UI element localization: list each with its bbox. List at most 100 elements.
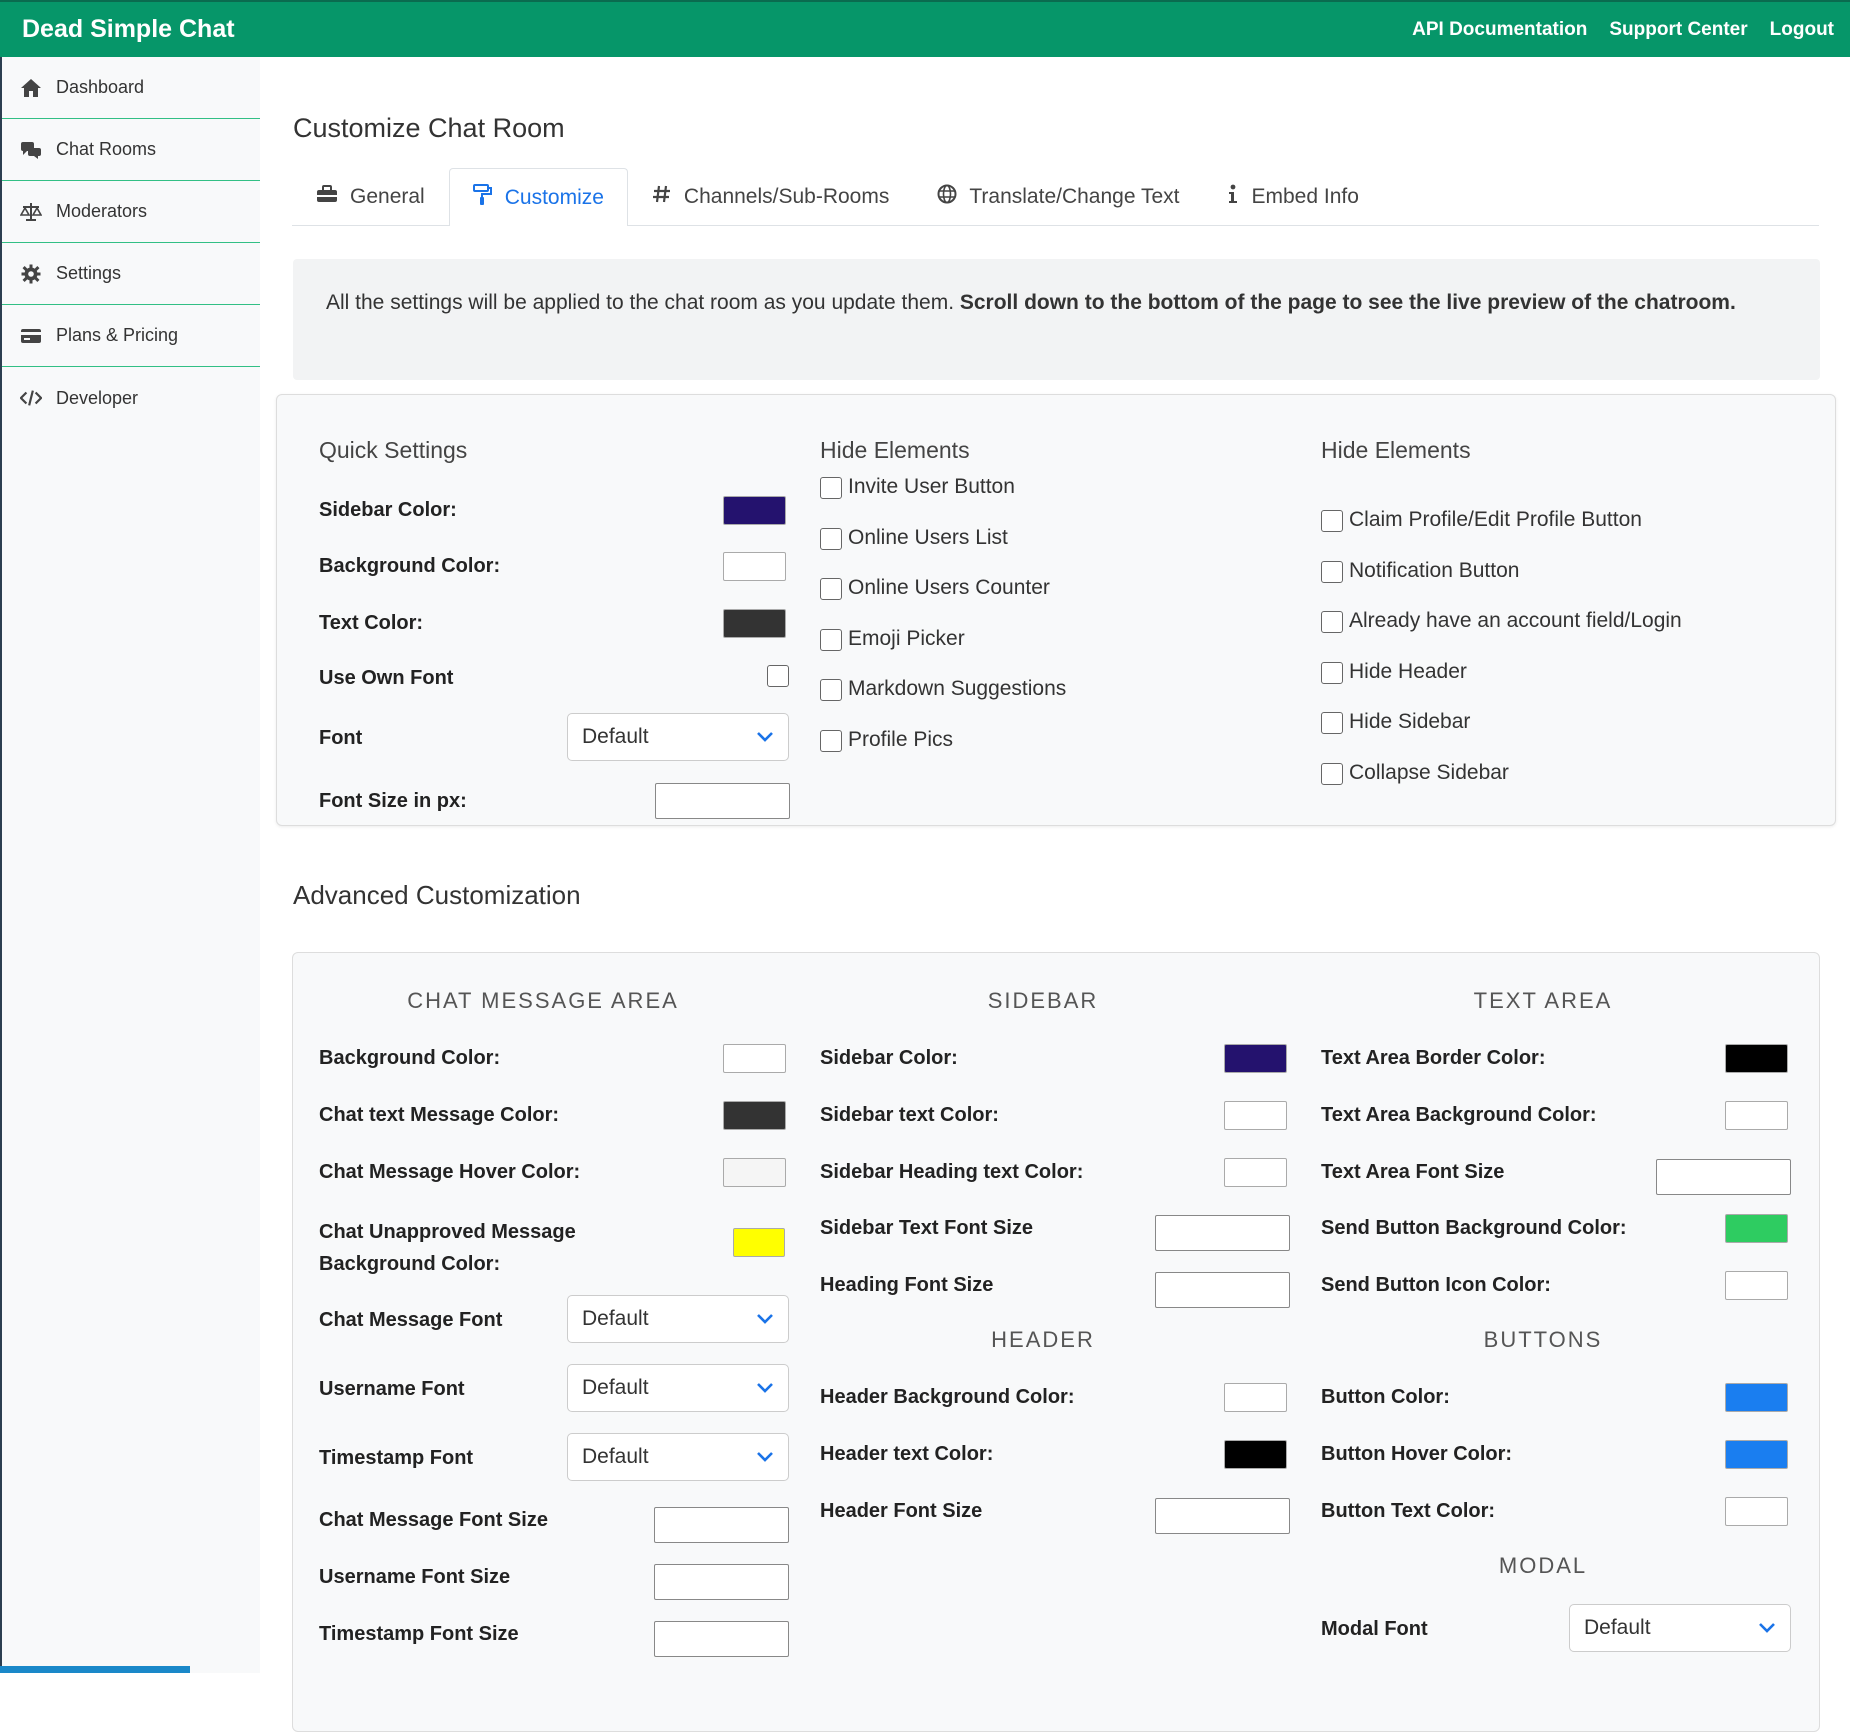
chat-hover-color-swatch[interactable] xyxy=(723,1158,786,1187)
buttons-section-heading: BUTTONS xyxy=(1483,1327,1603,1352)
hide-checkbox-label[interactable]: Notification Button xyxy=(1349,559,1519,583)
text-color-label: Text Color: xyxy=(319,612,424,634)
hide-checkbox[interactable] xyxy=(820,628,842,651)
sidebar-item-label: Chat Rooms xyxy=(56,139,157,159)
hide-checkbox[interactable] xyxy=(1321,661,1343,684)
hide-checkbox[interactable] xyxy=(1321,712,1343,734)
text-area-border-color-label: Text Area Border Color: xyxy=(1321,1047,1546,1069)
hide-checkbox-label[interactable]: Collapse Sidebar xyxy=(1349,761,1509,785)
chat-text-color-swatch[interactable] xyxy=(723,1101,786,1130)
header-bg-color-swatch[interactable] xyxy=(1224,1383,1287,1412)
sidebar-item-plans-pricing[interactable]: Plans & Pricing xyxy=(2,305,260,367)
text-area-bg-color-swatch[interactable] xyxy=(1725,1101,1788,1130)
chat-hover-color-label: Chat Message Hover Color: xyxy=(319,1161,581,1183)
button-hover-color-swatch[interactable] xyxy=(1725,1440,1788,1469)
chat-message-font-value: Default xyxy=(582,1307,649,1330)
taskbar-strip xyxy=(0,1666,190,1673)
hide-checkbox-label[interactable]: Invite User Button xyxy=(848,475,1015,499)
hide-checkbox-label[interactable]: Hide Sidebar xyxy=(1349,710,1470,734)
brand-logo[interactable]: Dead Simple Chat xyxy=(22,15,235,44)
sidebar-item-developer[interactable]: Developer xyxy=(2,367,260,429)
font-select[interactable]: Default xyxy=(567,713,789,761)
chat-unapproved-color-swatch[interactable] xyxy=(733,1228,785,1257)
button-text-color-swatch[interactable] xyxy=(1725,1497,1788,1526)
font-size-label: Font Size in px: xyxy=(319,790,467,812)
hide-checkbox[interactable] xyxy=(1321,762,1343,785)
tab-embed-info[interactable]: Embed Info xyxy=(1203,168,1382,225)
username-font-size-input[interactable] xyxy=(654,1564,789,1600)
hide-checkbox[interactable] xyxy=(1321,560,1343,583)
hide-checkbox-label[interactable]: Claim Profile/Edit Profile Button xyxy=(1349,508,1642,532)
heading-font-size-label: Heading Font Size xyxy=(820,1274,994,1296)
paint-roller-icon xyxy=(472,183,493,212)
timestamp-font-size-label: Timestamp Font Size xyxy=(319,1623,519,1645)
sidebar-item-chat-rooms[interactable]: Chat Rooms xyxy=(2,119,260,181)
username-font-select[interactable]: Default xyxy=(567,1364,789,1412)
hide-checkbox[interactable] xyxy=(820,679,842,701)
header-text-color-swatch[interactable] xyxy=(1224,1440,1287,1469)
text-area-border-color-swatch[interactable] xyxy=(1725,1044,1788,1073)
hide-checkbox-label[interactable]: Hide Header xyxy=(1349,660,1467,684)
sidebar: Dashboard Chat Rooms Moderators Settings… xyxy=(0,57,260,1673)
sidebar-item-settings[interactable]: Settings xyxy=(2,243,260,305)
chat-unapproved-label: Chat Unapproved Message Background Color… xyxy=(319,1216,576,1280)
header-text-color-label: Header text Color: xyxy=(820,1443,994,1465)
font-label: Font xyxy=(319,727,363,749)
tab-label: Translate/Change Text xyxy=(969,185,1180,208)
hide-checkbox-label[interactable]: Profile Pics xyxy=(848,728,953,752)
timestamp-font-select[interactable]: Default xyxy=(567,1433,789,1481)
text-color-swatch[interactable] xyxy=(723,609,786,638)
logout-link[interactable]: Logout xyxy=(1770,19,1834,41)
sidebar-text-font-size-label: Sidebar Text Font Size xyxy=(820,1217,1033,1239)
sidebar-text-font-size-input[interactable] xyxy=(1155,1215,1290,1251)
support-center-link[interactable]: Support Center xyxy=(1609,19,1747,41)
chat-unapproved-label-line-1: Chat Unapproved Message xyxy=(319,1221,576,1243)
api-documentation-link[interactable]: API Documentation xyxy=(1412,19,1587,41)
hide-checkbox[interactable] xyxy=(820,729,842,752)
background-color-swatch[interactable] xyxy=(723,552,786,581)
tab-general[interactable]: General xyxy=(292,168,449,225)
tab-label: Channels/Sub-Rooms xyxy=(683,185,890,208)
tab-translate[interactable]: Translate/Change Text xyxy=(913,168,1203,225)
adv-sidebar-color-swatch[interactable] xyxy=(1224,1044,1287,1073)
username-font-value: Default xyxy=(582,1376,649,1399)
modal-font-select[interactable]: Default xyxy=(1569,1604,1791,1652)
font-size-input[interactable] xyxy=(655,783,790,819)
hide-checkbox[interactable] xyxy=(1321,611,1343,633)
use-own-font-checkbox[interactable] xyxy=(767,665,789,687)
top-links: API Documentation Support Center Logout xyxy=(1412,19,1834,41)
font-select-value: Default xyxy=(582,725,649,748)
timestamp-font-size-input[interactable] xyxy=(654,1621,789,1657)
text-area-font-size-input[interactable] xyxy=(1656,1159,1791,1195)
home-icon xyxy=(20,77,42,99)
tab-customize[interactable]: Customize xyxy=(448,168,628,226)
hide-checkbox[interactable] xyxy=(1321,510,1343,532)
send-button-bg-color-label: Send Button Background Color: xyxy=(1321,1217,1627,1239)
hide-checkbox-label[interactable]: Online Users List xyxy=(848,526,1008,550)
advanced-customization-card: CHAT MESSAGE AREA Background Color: Chat… xyxy=(292,952,1820,1732)
send-button-bg-color-swatch[interactable] xyxy=(1725,1214,1788,1243)
header-font-size-input[interactable] xyxy=(1155,1498,1290,1534)
sidebar-text-color-swatch[interactable] xyxy=(1224,1101,1287,1130)
hide-checkbox-label[interactable]: Already have an account field/Login xyxy=(1349,609,1682,633)
page-title: Customize Chat Room xyxy=(293,113,565,143)
chat-bg-color-swatch[interactable] xyxy=(723,1044,786,1073)
hide-checkbox[interactable] xyxy=(820,578,842,600)
chat-message-font-size-input[interactable] xyxy=(654,1507,789,1543)
heading-font-size-input[interactable] xyxy=(1155,1272,1290,1308)
sidebar-color-swatch[interactable] xyxy=(723,496,786,525)
hide-checkbox-label[interactable]: Emoji Picker xyxy=(848,627,965,651)
quick-settings-heading: Quick Settings xyxy=(319,437,468,463)
hide-checkbox-label[interactable]: Markdown Suggestions xyxy=(848,677,1066,701)
send-button-icon-color-swatch[interactable] xyxy=(1725,1271,1788,1300)
chat-message-font-select[interactable]: Default xyxy=(567,1295,789,1343)
sidebar-heading-text-color-swatch[interactable] xyxy=(1224,1158,1287,1187)
sidebar-item-moderators[interactable]: Moderators xyxy=(2,181,260,243)
button-color-swatch[interactable] xyxy=(1725,1383,1788,1412)
hide-checkbox[interactable] xyxy=(820,527,842,550)
hide-checkbox[interactable] xyxy=(820,477,842,499)
tab-channels[interactable]: Channels/Sub-Rooms xyxy=(628,168,913,225)
sidebar-item-dashboard[interactable]: Dashboard xyxy=(2,57,260,119)
hide-checkbox-label[interactable]: Online Users Counter xyxy=(848,576,1050,600)
tab-label: General xyxy=(350,185,425,208)
